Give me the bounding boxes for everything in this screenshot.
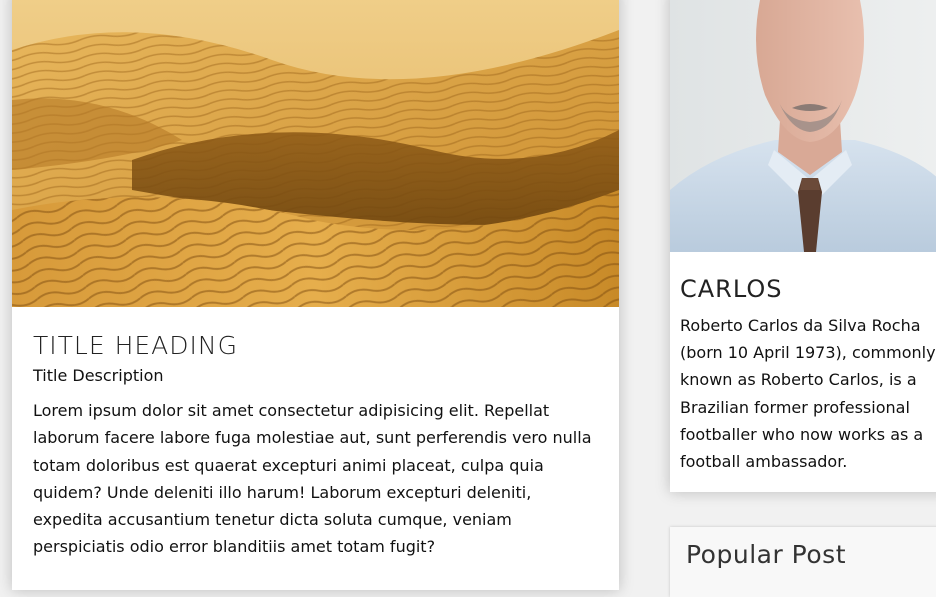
profile-bio: Roberto Carlos da Silva Rocha (born 10 A… <box>680 316 936 472</box>
hero-image <box>12 0 619 307</box>
main-post-card: TITLE HEADING Title Description Lorem ip… <box>12 0 619 590</box>
profile-name: CARLOS <box>680 275 783 303</box>
profile-photo <box>670 0 936 252</box>
post-body: Lorem ipsum dolor sit amet consectetur a… <box>33 401 592 557</box>
popular-post-heading: Popular Post <box>686 540 846 569</box>
post-description: Title Description <box>33 366 164 385</box>
post-title: TITLE HEADING <box>33 331 238 360</box>
profile-card: CARLOS Roberto Carlos da Silva Rocha (bo… <box>670 0 936 492</box>
popular-post-card: Popular Post <box>670 527 936 597</box>
